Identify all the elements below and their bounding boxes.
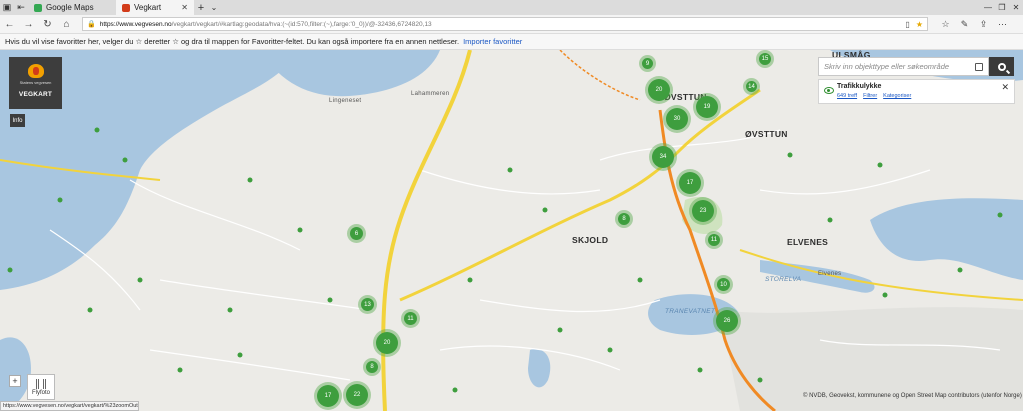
place-label: ØVSTTUN xyxy=(745,129,788,139)
accident-cluster[interactable]: 15 xyxy=(759,53,771,65)
status-url: https://www.vegvesen.no/vegkart/vegkart/… xyxy=(0,401,139,411)
tab-actions-icon[interactable]: ▣ xyxy=(0,0,14,15)
accident-cluster[interactable]: 17 xyxy=(317,385,339,407)
accident-cluster[interactable]: 11 xyxy=(404,312,417,325)
tab-strip: ▣ ⇤ Google Maps Vegkart ✕ + ⌄ — ❐ ✕ xyxy=(0,0,1023,15)
new-tab-button[interactable]: + xyxy=(194,2,208,14)
accident-cluster[interactable]: 20 xyxy=(648,79,670,101)
google-maps-favicon-icon xyxy=(34,3,42,12)
accident-cluster[interactable]: 22 xyxy=(346,384,368,406)
home-icon[interactable]: ⌂ xyxy=(57,15,76,34)
accident-cluster[interactable]: 19 xyxy=(696,96,718,118)
forward-icon[interactable]: → xyxy=(19,15,38,34)
accident-cluster[interactable]: 10 xyxy=(717,278,730,291)
map-background xyxy=(0,50,1023,411)
zoom-in-button[interactable]: + xyxy=(9,375,21,387)
share-icon[interactable]: ⇪ xyxy=(974,19,993,30)
reading-view-icon[interactable]: ▯ xyxy=(905,20,909,29)
eye-icon[interactable] xyxy=(824,87,834,94)
accident-cluster[interactable]: 23 xyxy=(692,200,714,222)
accident-cluster[interactable]: 14 xyxy=(746,81,757,92)
info-button[interactable]: Info xyxy=(10,114,25,127)
vegkart-logo[interactable]: Statens vegvesen VEGKART xyxy=(9,57,62,109)
lake-east-water xyxy=(870,198,1023,280)
close-window-icon[interactable]: ✕ xyxy=(1009,3,1023,12)
flyfoto-label: Flyfoto xyxy=(31,390,50,396)
accident-cluster[interactable]: 34 xyxy=(652,146,674,168)
place-label: TRANEVATNET xyxy=(665,308,716,315)
search-input[interactable] xyxy=(824,62,974,71)
url-path: /vegkart/vegkart/#kartlag:geodata/hva:(~… xyxy=(171,20,432,28)
lock-icon: 🔒 xyxy=(87,21,96,28)
accident-cluster[interactable]: 6 xyxy=(350,227,363,240)
org-name: Statens vegvesen xyxy=(19,80,52,85)
map-attribution: © NVDB, Geovekst, kommunene og Open Stre… xyxy=(803,393,1022,399)
back-icon[interactable]: ← xyxy=(0,15,19,34)
close-icon[interactable]: ✕ xyxy=(1001,82,1009,93)
url-host: https://www.vegvesen.no xyxy=(99,20,172,28)
main-road-e39 xyxy=(381,50,472,411)
place-label: SKJOLD xyxy=(572,235,609,245)
flyfoto-toggle[interactable]: Flyfoto xyxy=(27,374,55,400)
filter-link[interactable]: Filtrer xyxy=(863,93,877,99)
place-label: Lahammeren xyxy=(411,91,450,97)
restore-icon[interactable]: ❐ xyxy=(995,3,1009,12)
search-icon xyxy=(997,62,1006,71)
notes-icon[interactable]: ✎ xyxy=(955,19,974,30)
accident-cluster[interactable]: 26 xyxy=(716,310,738,332)
place-label: Lingeneset xyxy=(329,98,362,104)
tab-label: Google Maps xyxy=(46,3,94,12)
accident-cluster[interactable]: 20 xyxy=(376,332,398,354)
accident-cluster[interactable]: 13 xyxy=(361,298,374,311)
search-button[interactable] xyxy=(989,57,1014,76)
categorize-link[interactable]: Kategoriser xyxy=(883,93,911,99)
tab-google-maps[interactable]: Google Maps xyxy=(28,0,116,15)
small-lake-water xyxy=(528,349,551,388)
tab-label: Vegkart xyxy=(134,3,162,12)
layer-title: Trafikkulykke xyxy=(837,83,882,90)
address-bar[interactable]: 🔒 https://www.vegvesen.no /vegkart/vegka… xyxy=(82,17,928,31)
import-favorites-link[interactable]: Importer favoritter xyxy=(463,37,522,46)
favorites-message: Hvis du vil vise favoritter her, velger … xyxy=(5,37,460,46)
accident-cluster[interactable]: 17 xyxy=(679,172,701,194)
hit-count-link[interactable]: 649 treff xyxy=(837,93,857,99)
place-label: ELVENES xyxy=(787,237,829,247)
accident-cluster[interactable]: 8 xyxy=(618,213,630,225)
close-tab-icon[interactable]: ✕ xyxy=(181,3,188,12)
favorites-hub-icon[interactable]: ☆ xyxy=(936,19,955,30)
vegvesen-favicon-icon xyxy=(122,3,130,12)
layer-panel: Trafikkulykke 649 treff Filtrer Kategori… xyxy=(818,79,1015,104)
refresh-icon[interactable]: ↻ xyxy=(38,15,57,34)
place-label: Elvenes xyxy=(818,271,842,277)
accident-cluster[interactable]: 30 xyxy=(666,108,688,130)
search-field[interactable] xyxy=(818,57,989,76)
accident-cluster[interactable]: 9 xyxy=(642,58,653,69)
dashed-route xyxy=(559,50,641,101)
favorites-bar: Hvis du vil vise favoritter her, velger … xyxy=(0,34,1023,50)
more-menu-icon[interactable]: ⋯ xyxy=(993,19,1012,30)
minimize-icon[interactable]: — xyxy=(981,3,995,12)
list-icon[interactable] xyxy=(975,62,983,71)
favorite-star-icon[interactable]: ★ xyxy=(916,20,923,29)
statens-vegvesen-emblem-icon xyxy=(27,64,44,78)
map-canvas[interactable]: ULSMÅG ØVSTTUN ØVSTTUN SKJOLD ELVENES La… xyxy=(0,50,1023,411)
tab-preview-chevron-icon[interactable]: ⌄ xyxy=(208,3,220,12)
aerial-photo-icon xyxy=(36,379,46,389)
bay-water xyxy=(260,50,440,97)
tab-vegkart[interactable]: Vegkart ✕ xyxy=(116,0,194,15)
set-aside-tabs-icon[interactable]: ⇤ xyxy=(14,0,28,15)
navigation-bar: ← → ↻ ⌂ 🔒 https://www.vegvesen.no /vegka… xyxy=(0,15,1023,34)
accident-cluster[interactable]: 11 xyxy=(708,234,720,246)
secondary-road xyxy=(399,88,761,302)
accident-cluster[interactable]: 8 xyxy=(366,361,378,373)
place-label: STORELVA xyxy=(765,276,802,283)
app-name: VEGKART xyxy=(18,91,53,98)
